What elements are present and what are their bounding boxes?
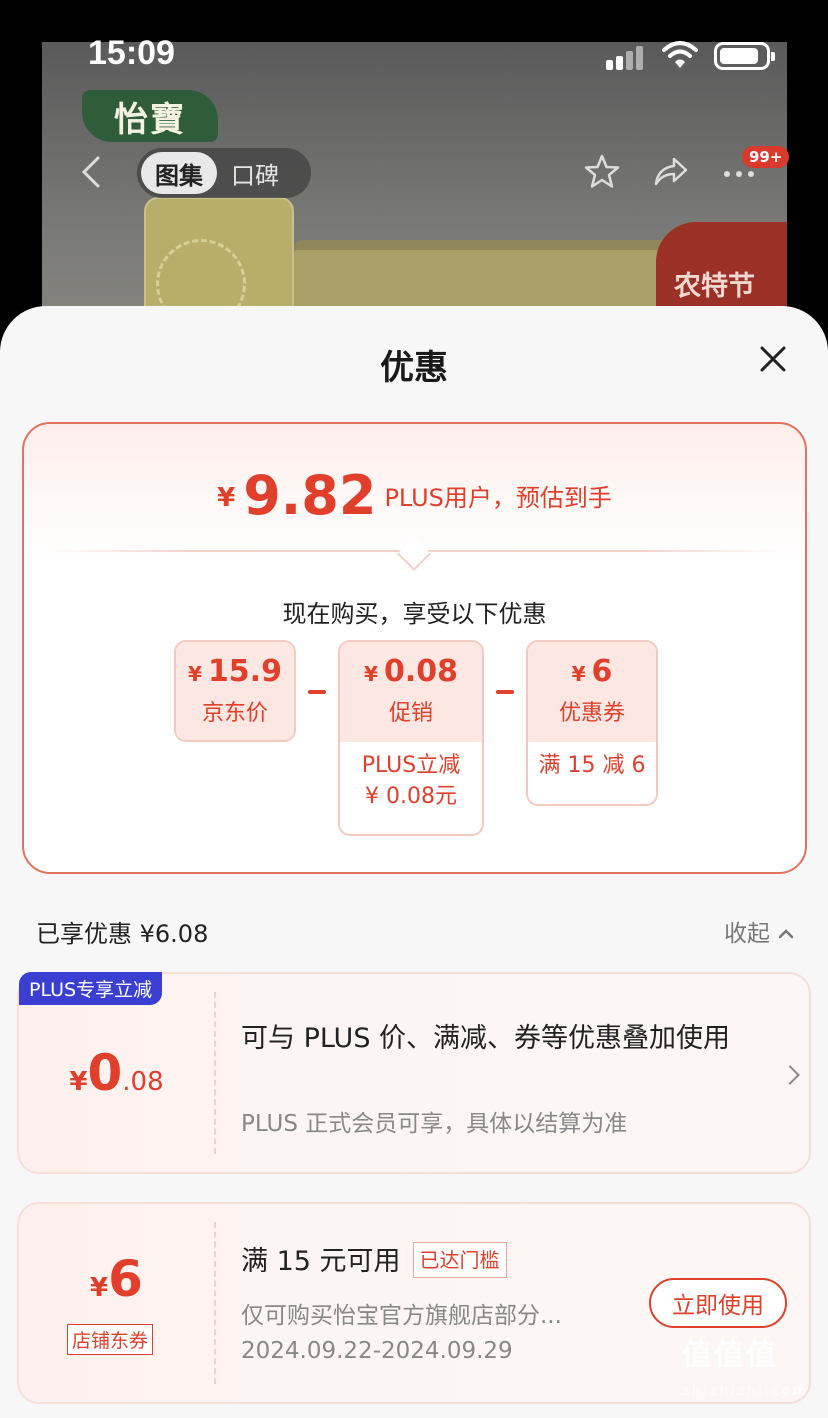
estimated-price-value: 9.82	[243, 464, 377, 527]
tab-reviews[interactable]: 口碑	[217, 152, 293, 194]
currency-symbol: ¥	[217, 483, 236, 513]
estimated-price-desc: PLUS用户，预估到手	[384, 484, 612, 512]
collapse-label: 收起	[724, 921, 770, 947]
minus-sign	[308, 690, 326, 694]
collapse-button[interactable]: 收起	[724, 914, 795, 948]
minus-sign	[496, 690, 514, 694]
coupon-description: 仅可购买怡宝官方旗舰店部分...	[241, 1303, 562, 1329]
coupon-separator	[214, 992, 216, 1154]
coupon-amount: ¥0.08	[69, 1044, 164, 1102]
close-icon[interactable]	[754, 340, 792, 378]
watermark: 值值值	[682, 1338, 778, 1373]
threshold-reached-tag: 已达门槛	[412, 1242, 507, 1278]
coupon-validity: 2024.09.22-2024.09.29	[241, 1338, 513, 1364]
wifi-icon	[662, 41, 698, 68]
coupon-type-tag: 店铺东券	[67, 1324, 154, 1355]
chevron-right-icon	[780, 1065, 800, 1085]
back-icon[interactable]	[74, 150, 108, 194]
breakdown-promotion: ¥0.08 促销 PLUS立减 ¥ 0.08元	[338, 640, 484, 836]
price-estimate-card: ¥9.82 PLUS用户，预估到手 现在购买，享受以下优惠 ¥15.9 京东价 ¥…	[22, 422, 807, 874]
tab-gallery[interactable]: 图集	[141, 152, 217, 194]
plus-discount-coupon[interactable]: PLUS专享立减 ¥0.08 可与 PLUS 价、满减、券等优惠叠加使用 PLU…	[17, 972, 811, 1174]
status-bar: 15:09	[0, 0, 828, 100]
discount-sheet: 优惠 ¥9.82 PLUS用户，预估到手 现在购买，享受以下优惠 ¥15.9 京东…	[0, 306, 828, 1418]
message-count-badge: 99+	[742, 146, 790, 168]
coupon-detail-line: 满 15 减 6	[538, 753, 646, 778]
breakdown-jd-price: ¥15.9 京东价	[174, 640, 296, 742]
buy-hint: 现在购买，享受以下优惠	[282, 600, 547, 628]
divider-notch	[397, 537, 431, 571]
breakdown-coupon: ¥6 优惠券 满 15 减 6	[526, 640, 658, 806]
watermark-url: zhizhizhi.com	[682, 1384, 809, 1399]
coupon-amount: ¥6	[90, 1250, 143, 1308]
estimated-price: ¥9.82 PLUS用户，预估到手	[24, 464, 805, 527]
plus-exclusive-tag: PLUS专享立减	[19, 972, 163, 1005]
promotion-detail-line1: PLUS立减	[361, 753, 461, 778]
promotion-detail-line2: ¥ 0.08元	[365, 784, 457, 809]
sheet-title: 优惠	[380, 348, 448, 388]
coupon-title: 满 15 元可用 已达门槛	[241, 1242, 507, 1279]
coupon-separator	[214, 1222, 216, 1384]
share-icon[interactable]	[648, 150, 692, 194]
status-time: 15:09	[88, 34, 175, 72]
chevron-up-icon	[779, 929, 794, 939]
use-now-button[interactable]: 立即使用	[649, 1278, 787, 1328]
coupon-title: 可与 PLUS 价、满减、券等优惠叠加使用	[241, 1023, 731, 1054]
signal-icon	[606, 46, 650, 70]
battery-icon	[714, 42, 775, 70]
coupon-description: PLUS 正式会员可享，具体以结算为准	[241, 1111, 628, 1137]
enjoyed-discount-total: 已享优惠 ¥6.08	[36, 920, 209, 948]
gallery-tab-switch: 图集 口碑	[137, 148, 311, 198]
star-icon[interactable]	[580, 150, 624, 194]
